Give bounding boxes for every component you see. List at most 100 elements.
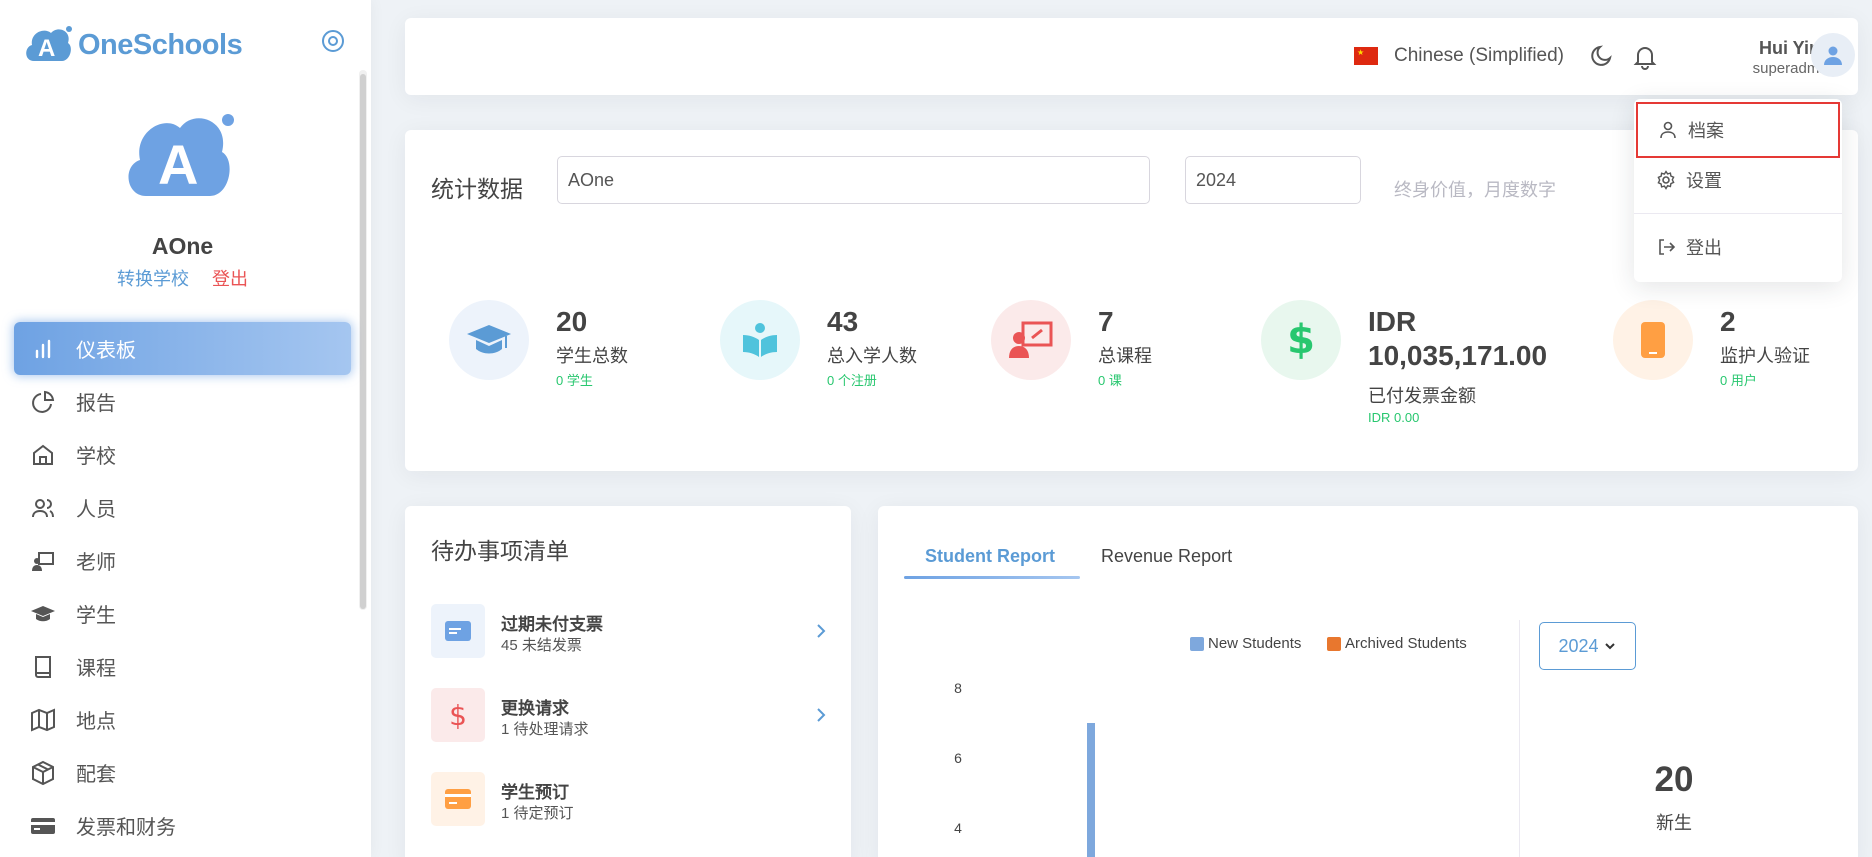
- stat-value: 2: [1720, 306, 1736, 337]
- sidebar-item-locations[interactable]: 地点: [14, 693, 351, 746]
- language-selector[interactable]: ★ Chinese (Simplified): [1354, 45, 1564, 67]
- stat-value-amount: 10,035,171.00: [1368, 340, 1548, 371]
- menu-item-profile[interactable]: 档案: [1636, 102, 1840, 158]
- report-year-dropdown[interactable]: 2024: [1539, 622, 1636, 670]
- sidebar-scrollbar[interactable]: [360, 74, 366, 609]
- stat-icon-circle: [720, 300, 800, 380]
- user-icon: [1660, 121, 1676, 139]
- legend-archived-students[interactable]: Archived Students: [1327, 635, 1467, 652]
- legend-swatch: [1190, 636, 1204, 651]
- todo-item-sub: 45 未结发票: [501, 637, 582, 654]
- school-logo: A: [128, 114, 234, 196]
- sidebar-item-label: 学校: [76, 446, 116, 468]
- menu-item-label: 档案: [1688, 121, 1724, 141]
- todo-icon-box: [431, 604, 485, 658]
- new-students-count: 20: [1654, 760, 1694, 799]
- sidebar-item-teachers[interactable]: 老师: [14, 534, 351, 587]
- sidebar-item-label: 人员: [76, 499, 116, 521]
- active-tab-indicator: [904, 576, 1080, 579]
- china-flag-icon: ★: [1354, 47, 1378, 65]
- chevron-down-icon: [1604, 643, 1615, 650]
- chevron-right-icon[interactable]: [811, 705, 831, 725]
- todo-item-title: 过期未付支票: [501, 615, 603, 634]
- chevron-right-icon[interactable]: [811, 621, 831, 641]
- sidebar-nav: 仪表板 报告 学校 人员 老师 学生 课程 地点 配套 发票和财务: [14, 322, 351, 852]
- stat-sub: 0 个注册: [827, 373, 877, 388]
- users-icon: [32, 498, 54, 517]
- year-label: 2024: [1558, 635, 1599, 656]
- stat-label: 监护人验证: [1720, 346, 1810, 366]
- new-students-label: 新生: [1656, 813, 1692, 833]
- y-tick-label: 8: [954, 680, 962, 696]
- avatar[interactable]: [1811, 33, 1855, 77]
- moon-icon[interactable]: [1589, 43, 1615, 69]
- chart-bar-new-students[interactable]: [1087, 723, 1095, 857]
- user-role: superadmin: [1752, 60, 1831, 77]
- divider: [1519, 620, 1520, 857]
- user-dropdown-menu: 档案 设置 登出: [1634, 99, 1842, 282]
- menu-divider: [1634, 213, 1842, 214]
- todo-item-title: 更换请求: [501, 699, 569, 718]
- sidebar-item-label: 老师: [76, 552, 116, 574]
- tab-revenue-report[interactable]: Revenue Report: [1101, 546, 1232, 567]
- sidebar-item-packages[interactable]: 配套: [14, 746, 351, 799]
- stat-value-currency: IDR: [1368, 306, 1417, 337]
- brand-name: OneSchools: [78, 28, 243, 61]
- menu-item-settings[interactable]: 设置: [1636, 152, 1840, 208]
- home-icon: [33, 444, 53, 465]
- report-card: Student Report Revenue Report New Studen…: [878, 506, 1858, 857]
- graduation-cap-icon: [467, 325, 511, 354]
- sidebar-item-invoices[interactable]: 发票和财务: [14, 799, 351, 852]
- credit-card-icon: [31, 817, 55, 834]
- sidebar-item-students[interactable]: 学生: [14, 587, 351, 640]
- svg-text:A: A: [38, 35, 55, 62]
- school-name: AOne: [151, 233, 214, 259]
- stat-icon-circle: [449, 300, 529, 380]
- todo-title: 待办事项清单: [431, 538, 569, 564]
- user-name[interactable]: Hui Ying: [1655, 38, 1831, 59]
- credit-card-icon: [445, 789, 471, 809]
- sidebar-logout-link[interactable]: 登出: [212, 269, 248, 289]
- todo-item-sub: 1 待处理请求: [501, 721, 589, 738]
- stat-label: 已付发票金额: [1368, 386, 1476, 406]
- year-select[interactable]: 2024: [1185, 156, 1361, 204]
- sidebar-item-staff[interactable]: 人员: [14, 481, 351, 534]
- stat-value: 7: [1098, 306, 1114, 337]
- brand-logo[interactable]: A OneSchools: [24, 22, 243, 68]
- chart-bars-icon: [35, 339, 51, 358]
- collapse-toggle-icon[interactable]: [319, 27, 347, 55]
- stat-sub: 0 用户: [1720, 373, 1757, 388]
- statistics-subtitle: 终身价值，月度数字: [1394, 180, 1556, 200]
- todo-item-overdue-invoices[interactable]: 过期未付支票 45 未结发票: [431, 604, 826, 658]
- dollar-icon: $: [449, 698, 467, 732]
- menu-item-logout[interactable]: 登出: [1636, 219, 1840, 275]
- todo-item-change-requests[interactable]: $ 更换请求 1 待处理请求: [431, 688, 826, 742]
- sidebar-item-label: 地点: [76, 711, 116, 733]
- tab-student-report[interactable]: Student Report: [925, 546, 1055, 567]
- menu-item-label: 设置: [1686, 171, 1722, 191]
- map-icon: [31, 707, 55, 732]
- stat-value: 43: [827, 306, 859, 337]
- stat-label: 总课程: [1098, 346, 1152, 366]
- y-tick-label: 4: [954, 820, 962, 836]
- sidebar-item-reports[interactable]: 报告: [14, 375, 351, 428]
- stat-sub: 0 课: [1098, 373, 1122, 388]
- sidebar: A OneSchools A AOne 转换学校 登出 仪表板 报告 学校 人员…: [0, 0, 371, 857]
- language-label: Chinese (Simplified): [1394, 45, 1565, 66]
- stat-icon-circle: [991, 300, 1071, 380]
- todo-item-student-bookings[interactable]: 学生预订 1 待定预订: [431, 772, 825, 826]
- sidebar-item-courses[interactable]: 课程: [14, 640, 351, 693]
- school-select[interactable]: AOne: [557, 156, 1150, 204]
- legend-label: New Students: [1208, 635, 1302, 652]
- svg-text:A: A: [158, 133, 198, 196]
- dollar-icon: $: [1287, 317, 1315, 363]
- switch-school-link[interactable]: 转换学校: [117, 269, 189, 289]
- sidebar-item-label: 发票和财务: [76, 817, 176, 839]
- legend-new-students[interactable]: New Students: [1190, 635, 1301, 652]
- todo-icon-box: [431, 772, 485, 826]
- sidebar-item-schools[interactable]: 学校: [14, 428, 351, 481]
- open-book-icon: [743, 323, 777, 357]
- sidebar-item-dashboard[interactable]: 仪表板: [14, 322, 351, 375]
- logout-icon: [1659, 239, 1676, 255]
- logo-icon: A: [26, 26, 72, 62]
